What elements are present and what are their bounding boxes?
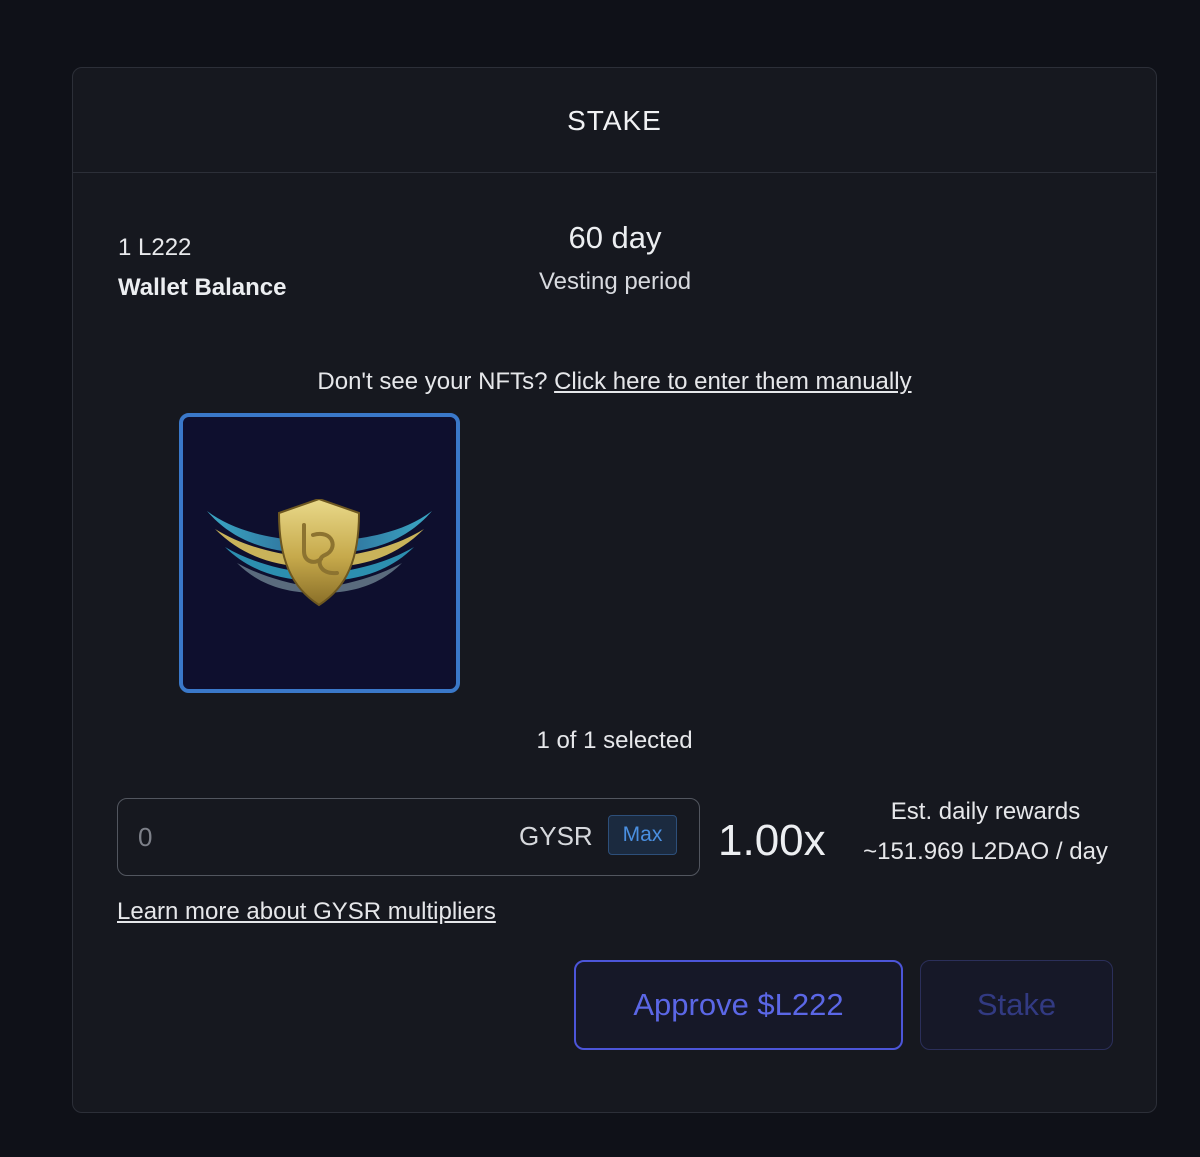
- gysr-multiplier: 1.00x: [718, 816, 826, 865]
- wallet-balance-amount: 1 L222: [118, 234, 192, 261]
- nft-hint: Don't see your NFTs? Click here to enter…: [73, 368, 1156, 396]
- estimated-rewards-value: ~151.969 L2DAO / day: [863, 838, 1108, 865]
- selected-count: 1 of 1 selected: [536, 727, 693, 754]
- wallet-balance: 1 L222 Wallet Balance: [118, 234, 287, 302]
- vesting-period-value: 60 day: [568, 220, 662, 255]
- stake-card: STAKE 1 L222 Wallet Balance 60 day Vesti…: [72, 67, 1157, 1113]
- estimated-rewards: Est. daily rewards ~151.969 L2DAO / day: [853, 798, 1118, 866]
- max-button[interactable]: Max: [608, 815, 677, 855]
- gysr-unit-label: GYSR: [519, 821, 593, 851]
- wallet-balance-label: Wallet Balance: [118, 274, 287, 301]
- gysr-amount-input[interactable]: [138, 817, 478, 857]
- vesting-period: 60 day Vesting period: [505, 220, 725, 296]
- nft-tile[interactable]: [179, 413, 460, 693]
- card-header: STAKE: [73, 68, 1156, 173]
- stake-button[interactable]: Stake: [920, 960, 1113, 1050]
- estimated-rewards-label: Est. daily rewards: [890, 798, 1081, 825]
- learn-more-gysr-link[interactable]: Learn more about GYSR multipliers: [117, 898, 496, 926]
- l2dao-winged-shield-icon: [207, 499, 432, 607]
- gysr-input-group: GYSR Max: [117, 798, 700, 876]
- vesting-period-label: Vesting period: [538, 268, 692, 295]
- enter-nfts-manually-link[interactable]: Click here to enter them manually: [554, 368, 912, 395]
- nft-hint-text: Don't see your NFTs?: [317, 368, 555, 395]
- approve-button[interactable]: Approve $L222: [574, 960, 903, 1050]
- page-title: STAKE: [567, 105, 662, 136]
